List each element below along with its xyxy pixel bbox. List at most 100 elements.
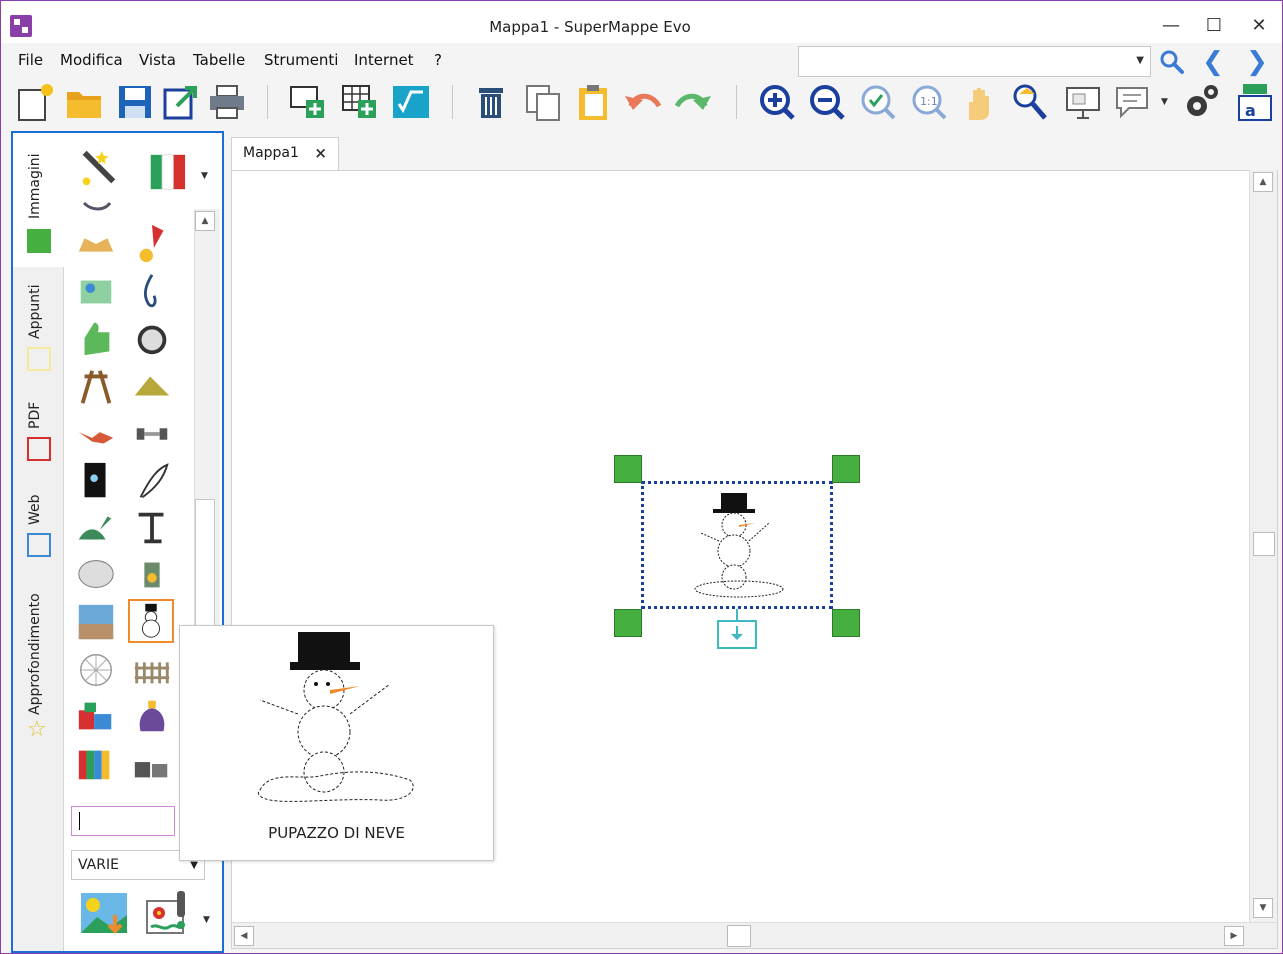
redo-icon[interactable] xyxy=(673,82,713,122)
chevron-down-icon[interactable]: ▼ xyxy=(1253,898,1273,918)
main-toolbar: 1:1 ▼ a xyxy=(1,77,1282,127)
resize-handle-bottom-left[interactable] xyxy=(614,609,642,637)
new-node-icon[interactable] xyxy=(288,82,328,122)
clipart-crown-icon[interactable] xyxy=(74,223,118,265)
image-editor-icon[interactable] xyxy=(143,889,195,941)
chevron-up-icon[interactable]: ▲ xyxy=(195,211,215,231)
clipart-gifts-icon[interactable] xyxy=(74,695,118,737)
window-title: Mappa1 - SuperMappe Evo xyxy=(489,18,691,36)
menu-tabelle[interactable]: Tabelle xyxy=(193,51,245,69)
new-map-icon[interactable] xyxy=(15,82,55,122)
resize-handle-top-left[interactable] xyxy=(614,455,642,483)
tab-label: Web xyxy=(27,494,43,525)
menu-bar: File Modifica Vista Tabelle Strumenti In… xyxy=(1,43,791,75)
chevron-down-icon[interactable]: ▼ xyxy=(1161,97,1168,107)
zoom-fit-icon[interactable] xyxy=(858,82,898,122)
clipart-pump-icon[interactable] xyxy=(130,507,174,549)
presentation-icon[interactable] xyxy=(1063,82,1103,122)
tab-pdf[interactable]: PDF xyxy=(13,391,64,465)
settings-icon[interactable] xyxy=(1181,82,1221,122)
minimize-button[interactable]: — xyxy=(1156,13,1186,39)
web-search-input[interactable]: ▼ xyxy=(798,46,1151,77)
clipart-sack-icon[interactable] xyxy=(130,695,174,737)
chevron-down-icon[interactable]: ▼ xyxy=(203,915,210,925)
clipart-partial-icon[interactable] xyxy=(74,201,118,215)
chevron-down-icon[interactable]: ▼ xyxy=(1136,55,1144,66)
zoom-in-icon[interactable] xyxy=(757,82,797,122)
save-icon[interactable] xyxy=(115,82,155,122)
print-icon[interactable] xyxy=(207,82,247,122)
menu-internet[interactable]: Internet xyxy=(354,51,414,69)
vertical-scrollbar[interactable]: ▲ ▼ xyxy=(1249,170,1277,922)
clipart-dumbbell-icon[interactable] xyxy=(130,413,174,455)
insert-image-icon[interactable] xyxy=(79,889,131,941)
clipart-wheel-icon[interactable] xyxy=(74,649,118,691)
clipart-easel-icon[interactable] xyxy=(74,365,118,407)
chevron-left-icon[interactable]: ◀ xyxy=(234,926,254,946)
resize-handle-top-right[interactable] xyxy=(832,455,860,483)
chevron-up-icon[interactable]: ▲ xyxy=(1253,172,1273,192)
comment-icon[interactable] xyxy=(1113,82,1153,122)
text-format-icon[interactable]: a xyxy=(1235,82,1275,122)
clipart-pots-icon[interactable] xyxy=(130,743,174,785)
clipart-instrument-icon[interactable] xyxy=(130,271,174,313)
clipart-classroom-icon[interactable] xyxy=(74,271,118,313)
close-window-button[interactable]: ✕ xyxy=(1244,13,1274,39)
tab-immagini[interactable]: Immagini xyxy=(13,133,64,267)
menu-vista[interactable]: Vista xyxy=(139,51,176,69)
tab-appunti[interactable]: Appunti xyxy=(13,269,64,389)
italian-flag-icon[interactable] xyxy=(144,151,188,193)
undo-icon[interactable] xyxy=(623,82,663,122)
add-child-node-button[interactable] xyxy=(717,620,757,649)
clipart-dinosaur-icon[interactable] xyxy=(74,507,118,549)
scrollbar-thumb[interactable] xyxy=(1253,532,1275,556)
clipart-night-icon[interactable] xyxy=(74,461,118,503)
clipart-watch-icon[interactable] xyxy=(130,317,174,359)
scrollbar-thumb[interactable] xyxy=(195,499,215,626)
copy-icon[interactable] xyxy=(523,82,563,122)
clipart-snowman-icon[interactable] xyxy=(129,600,173,642)
clipart-landscape-icon[interactable] xyxy=(74,601,118,643)
map-node[interactable] xyxy=(641,481,833,609)
maximize-button[interactable]: ☐ xyxy=(1199,13,1229,39)
horizontal-scrollbar[interactable]: ◀ ▶ xyxy=(232,922,1277,948)
menu-help[interactable]: ? xyxy=(434,51,442,69)
clipart-tent-icon[interactable] xyxy=(130,365,174,407)
clipart-quill-icon[interactable] xyxy=(130,461,174,503)
magic-wand-icon[interactable] xyxy=(76,147,120,189)
search-icon[interactable] xyxy=(1159,49,1185,75)
clipart-map-icon[interactable] xyxy=(74,553,118,595)
snowman-preview-image xyxy=(258,632,414,802)
resize-handle-bottom-right[interactable] xyxy=(832,609,860,637)
clipart-medal-icon[interactable] xyxy=(130,223,174,265)
reader-icon[interactable] xyxy=(1009,82,1049,122)
formula-icon[interactable] xyxy=(391,82,431,122)
close-tab-icon[interactable]: × xyxy=(314,144,327,162)
image-search-input[interactable] xyxy=(71,806,175,836)
clipart-lantern-icon[interactable] xyxy=(130,553,174,595)
tab-approfondimento[interactable]: Approfondimento ☆ xyxy=(13,573,64,753)
open-folder-icon[interactable] xyxy=(64,82,104,122)
scrollbar-thumb[interactable] xyxy=(727,925,751,947)
paste-icon[interactable] xyxy=(573,82,613,122)
menu-file[interactable]: File xyxy=(18,51,43,69)
clipart-books-icon[interactable] xyxy=(74,743,118,785)
clipart-thumbs-up-icon[interactable] xyxy=(74,317,118,359)
pan-hand-icon[interactable] xyxy=(959,82,999,122)
clipart-fence-icon[interactable] xyxy=(130,649,174,691)
chevron-right-icon[interactable]: ▶ xyxy=(1224,926,1244,946)
tab-mappa1[interactable]: Mappa1 × xyxy=(231,137,339,170)
yellow-square-icon xyxy=(27,347,51,371)
clipart-handshake-icon[interactable] xyxy=(74,413,118,455)
new-table-icon[interactable] xyxy=(340,82,380,122)
tab-web[interactable]: Web xyxy=(13,479,64,559)
delete-icon[interactable] xyxy=(471,82,511,122)
forward-arrow-icon[interactable]: ❯ xyxy=(1243,47,1271,77)
menu-modifica[interactable]: Modifica xyxy=(60,51,123,69)
chevron-down-icon[interactable]: ▼ xyxy=(201,171,208,181)
back-arrow-icon[interactable]: ❮ xyxy=(1199,47,1227,77)
export-icon[interactable] xyxy=(161,82,201,122)
menu-strumenti[interactable]: Strumenti xyxy=(264,51,338,69)
zoom-out-icon[interactable] xyxy=(807,82,847,122)
zoom-actual-icon[interactable]: 1:1 xyxy=(909,82,949,122)
